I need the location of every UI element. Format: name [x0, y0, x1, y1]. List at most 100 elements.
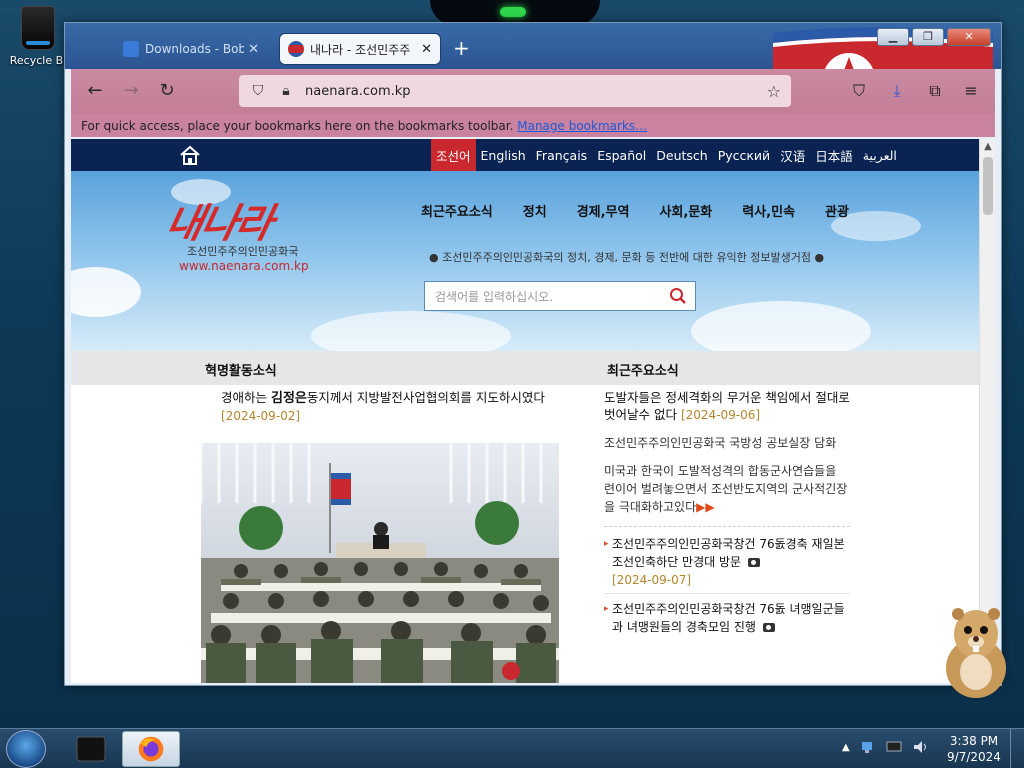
more-arrow-icon[interactable]: ▶▶ — [696, 500, 714, 514]
lang-korean[interactable]: 조선어 — [431, 139, 476, 171]
scroll-up-icon[interactable]: ▲ — [980, 139, 996, 155]
recycle-bin-label: Recycle Bi — [9, 54, 67, 67]
shield-icon[interactable]: ⛉ — [249, 83, 267, 99]
search-placeholder: 검색어를 입력하십시오. — [435, 290, 554, 304]
download-icon[interactable]: ⤓ — [885, 79, 909, 103]
recycle-bin-shortcut[interactable]: Recycle Bi — [6, 6, 70, 67]
system-tray: ▲ — [842, 739, 928, 755]
site-header: 내나라 조선민주주의인민공화국 www.naenara.com.kp 최근주요소… — [71, 171, 979, 351]
list-item[interactable]: 조선민주주의인민공화국창건 76돐 녀맹일군들과 녀맹원들의 경축모임 진행 — [604, 600, 850, 636]
nav-tourism[interactable]: 관광 — [825, 201, 849, 220]
address-bar[interactable]: ⛉ 🔒︎ naenara.com.kp ☆ — [239, 75, 791, 107]
site-logo[interactable]: 내나라 — [161, 191, 278, 249]
nav-history-folk[interactable]: 력사,민속 — [742, 201, 795, 220]
lang-german[interactable]: Deutsch — [651, 139, 712, 171]
headline-date: [2024-09-06] — [680, 408, 761, 422]
nav-society-culture[interactable]: 사회,문화 — [659, 201, 712, 220]
logo-subtitle: 조선민주주의인민공화국 — [187, 245, 299, 258]
left-headline[interactable]: 경애하는 김정은동지께서 지방발전사업협의회를 지도하시였다 [2024-09-… — [201, 389, 561, 425]
lang-english[interactable]: English — [476, 139, 531, 171]
list-item[interactable]: 조선민주주의인민공화국창건 76돐경축 재일본조선인축하단 만경대 방문 [20… — [604, 535, 850, 589]
show-desktop-button[interactable] — [1010, 729, 1024, 768]
back-arrow-icon[interactable]: ← — [83, 79, 107, 103]
close-window-button[interactable]: ✕ — [947, 28, 991, 46]
extensions-icon[interactable]: ⧉ — [923, 79, 947, 103]
taskbar-clock[interactable]: 3:38 PM 9/7/2024 — [946, 733, 1002, 765]
navigation-toolbar: ← → ↻ ⛉ 🔒︎ naenara.com.kp ☆ ⛉ ⤓ ⧉ ≡ — [71, 69, 995, 113]
site-tagline: ● 조선민주주의인민공화국의 정치, 경제, 문화 등 전반에 대한 유익한 정… — [429, 251, 825, 264]
lang-chinese[interactable]: 汉语 — [775, 139, 810, 171]
cloud-decoration — [311, 311, 511, 351]
summary-text: 미국과 한국이 도발적성격의 합동군사연습들을 련이어 벌려놓으면서 조선반도지… — [604, 464, 848, 514]
divider — [604, 593, 850, 594]
minimize-button[interactable]: ▁ — [877, 28, 909, 46]
taskbar-terminal[interactable] — [62, 731, 120, 767]
section-header-bar: 혁명활동소식 최근주요소식 — [71, 351, 979, 385]
lock-icon[interactable]: 🔒︎ — [277, 83, 295, 99]
search-icon[interactable] — [669, 287, 687, 305]
divider — [604, 526, 850, 527]
cloud-decoration — [691, 301, 871, 351]
news-photo[interactable] — [201, 443, 559, 683]
scroll-thumb[interactable] — [983, 157, 993, 215]
lang-japanese[interactable]: 日本語 — [810, 139, 858, 171]
status-light — [500, 7, 526, 17]
clock-date: 9/7/2024 — [947, 750, 1001, 764]
search-input[interactable]: 검색어를 입력하십시오. — [424, 281, 696, 311]
pocket-icon[interactable]: ⛉ — [847, 79, 871, 103]
display-icon[interactable] — [886, 739, 902, 755]
lang-spanish[interactable]: Español — [592, 139, 651, 171]
network-icon[interactable] — [860, 739, 876, 755]
news-item-text: 조선민주주의인민공화국창건 76돐경축 재일본조선인축하단 만경대 방문 — [612, 537, 845, 569]
tab-label: Downloads - Bob P — [145, 42, 245, 56]
news-summary-1: 조선민주주의인민공화국 국방성 공보실장 담화 — [604, 436, 837, 450]
right-section-title[interactable]: 최근주요소식 — [607, 360, 679, 379]
lang-french[interactable]: Français — [531, 139, 593, 171]
revolutionary-activities-column: 경애하는 김정은동지께서 지방발전사업협의회를 지도하시였다 [2024-09-… — [201, 389, 561, 425]
url-text[interactable]: naenara.com.kp — [305, 84, 411, 99]
window-controls: ▁ ❐ ✕ — [877, 28, 991, 46]
browser-window: Downloads - Bob P ✕ 내나라 - 조선민주주 ✕ + ▁ ❐ … — [64, 22, 1002, 686]
camera-icon — [747, 558, 760, 567]
maximize-button[interactable]: ❐ — [912, 28, 944, 46]
reload-icon[interactable]: ↻ — [155, 79, 179, 103]
firefox-icon — [138, 736, 164, 762]
menu-icon[interactable]: ≡ — [959, 79, 983, 103]
lang-arabic[interactable]: العربية — [858, 139, 902, 171]
home-icon[interactable] — [179, 144, 201, 166]
forward-arrow-icon[interactable]: → — [119, 79, 143, 103]
tab-naenara[interactable]: 내나라 - 조선민주주 ✕ — [279, 33, 441, 65]
lang-russian[interactable]: Русский — [713, 139, 775, 171]
manage-bookmarks-link[interactable]: Manage bookmarks… — [517, 119, 647, 133]
volume-icon[interactable] — [912, 739, 928, 755]
language-bar: 조선어 English Français Español Deutsch Рус… — [71, 139, 979, 171]
cloud-decoration — [71, 267, 141, 317]
bookmark-star-icon[interactable]: ☆ — [767, 82, 781, 101]
close-tab-icon[interactable]: ✕ — [248, 42, 259, 57]
camera-icon — [762, 623, 775, 632]
logo-url: www.naenara.com.kp — [179, 259, 309, 273]
show-hidden-icons-icon[interactable]: ▲ — [842, 742, 850, 753]
news-item-text: 조선민주주의인민공화국창건 76돐 녀맹일군들과 녀맹원들의 경축모임 진행 — [612, 602, 845, 634]
bookmarks-toolbar: For quick access, place your bookmarks h… — [71, 113, 995, 137]
close-tab-icon[interactable]: ✕ — [421, 42, 432, 57]
tab-downloads[interactable]: Downloads - Bob P ✕ — [115, 33, 267, 65]
headline-text: 경애하는 — [221, 390, 271, 405]
taskbar-firefox[interactable] — [122, 731, 180, 767]
nav-politics[interactable]: 정치 — [523, 201, 547, 220]
main-navigation: 최근주요소식 정치 경제,무역 사회,문화 력사,민속 관광 — [421, 201, 879, 220]
latest-news-column: 도발자들은 정세격화의 무거운 책임에서 절대로 벗어날수 없다 [2024-0… — [604, 389, 850, 636]
start-button[interactable] — [6, 730, 46, 768]
naenara-favicon-icon — [288, 41, 304, 57]
nav-latest-news[interactable]: 최근주요소식 — [421, 201, 493, 220]
new-tab-button[interactable]: + — [453, 38, 470, 58]
headline-date: [2024-09-02] — [221, 409, 301, 423]
headline-text: 동지께서 지방발전사업협의회를 지도하시였다 — [306, 390, 545, 405]
downloads-favicon-icon — [123, 41, 139, 57]
headline-name: 김정은 — [270, 391, 307, 406]
terminal-icon — [76, 736, 106, 762]
right-headline[interactable]: 도발자들은 정세격화의 무거운 책임에서 절대로 벗어날수 없다 [2024-0… — [604, 389, 850, 424]
left-section-title[interactable]: 혁명활동소식 — [205, 360, 277, 379]
tab-label: 내나라 - 조선민주주 — [310, 42, 411, 57]
nav-economy-trade[interactable]: 경제,무역 — [577, 201, 630, 220]
